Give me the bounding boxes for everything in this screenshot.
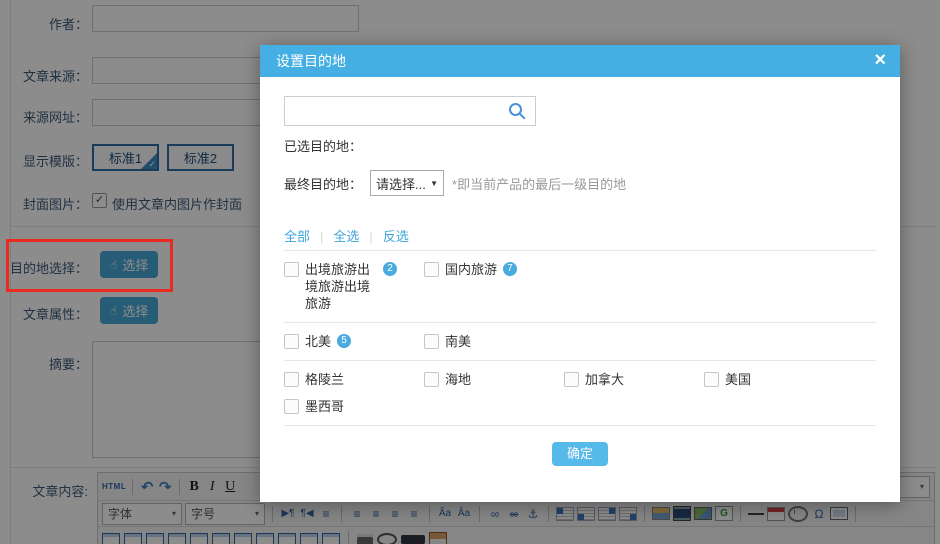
- destination-highlight-box: [6, 239, 173, 292]
- final-destination-label: 最终目的地：: [284, 174, 362, 193]
- selection-links: 全部 | 全选 | 反选: [284, 226, 876, 244]
- destination-item[interactable]: 墨西哥: [284, 398, 424, 415]
- destination-count-badge: 2: [383, 262, 397, 276]
- destination-label: 墨西哥: [305, 398, 344, 415]
- destination-checkbox[interactable]: [284, 334, 299, 349]
- destination-checkbox[interactable]: [424, 262, 439, 277]
- page: 作者： 文章来源： 来源网址： 显示模版： 标准1 ✓ 标准2 封面图片： ✓ …: [0, 0, 940, 544]
- destination-group: 北美 5 南美: [284, 322, 876, 360]
- final-destination-note: *即当前产品的最后一级目的地: [452, 174, 626, 193]
- search-icon[interactable]: [507, 101, 527, 124]
- link-separator: |: [369, 229, 372, 244]
- destination-checkbox[interactable]: [424, 372, 439, 387]
- destination-checkbox[interactable]: [284, 372, 299, 387]
- link-all[interactable]: 全部: [284, 229, 310, 244]
- destination-checkbox[interactable]: [704, 372, 719, 387]
- destination-item[interactable]: 国内旅游 7: [424, 261, 564, 312]
- destination-item[interactable]: 加拿大: [564, 371, 704, 388]
- destination-label: 美国: [725, 371, 751, 388]
- destination-search-input[interactable]: [284, 96, 536, 126]
- destination-label: 国内旅游: [445, 261, 497, 278]
- destination-item[interactable]: 出境旅游出境旅游出境旅游 2: [284, 261, 424, 312]
- destination-groups: 出境旅游出境旅游出境旅游 2 国内旅游 7 北美 5 南美格陵兰 海地 加拿大 美国墨西哥: [284, 250, 876, 426]
- close-icon[interactable]: ×: [874, 45, 886, 75]
- destination-label: 南美: [445, 333, 471, 350]
- final-destination-select[interactable]: 请选择... ▼: [370, 170, 444, 196]
- dialog-body: 已选目的地： 最终目的地： 请选择... ▼ *即当前产品的最后一级目的地 全部…: [260, 77, 900, 466]
- final-destination-value: 请选择...: [376, 174, 426, 193]
- destination-label: 格陵兰: [305, 371, 344, 388]
- link-select-all[interactable]: 全选: [333, 229, 359, 244]
- destination-item[interactable]: 海地: [424, 371, 564, 388]
- destination-group: 格陵兰 海地 加拿大 美国墨西哥: [284, 360, 876, 425]
- destination-item[interactable]: 北美 5: [284, 333, 424, 350]
- destination-group: 出境旅游出境旅游出境旅游 2 国内旅游 7: [284, 250, 876, 322]
- dialog-header: 设置目的地 ×: [260, 45, 900, 77]
- destination-item[interactable]: 美国: [704, 371, 844, 388]
- destination-label: 北美: [305, 333, 331, 350]
- destination-label: 出境旅游出境旅游出境旅游: [305, 261, 377, 312]
- set-destination-dialog: 设置目的地 × 已选目的地： 最终目的地： 请选择... ▼: [260, 45, 900, 502]
- link-separator: |: [320, 229, 323, 244]
- confirm-button[interactable]: 确定: [552, 442, 608, 466]
- chevron-down-icon: ▼: [430, 179, 438, 188]
- destination-checkbox[interactable]: [424, 334, 439, 349]
- destination-checkbox[interactable]: [284, 262, 299, 277]
- destination-checkbox[interactable]: [564, 372, 579, 387]
- destination-count-badge: 5: [337, 334, 351, 348]
- destination-checkbox[interactable]: [284, 399, 299, 414]
- destination-count-badge: 7: [503, 262, 517, 276]
- destination-item[interactable]: 南美: [424, 333, 564, 350]
- dialog-title: 设置目的地: [276, 53, 346, 69]
- destination-label: 加拿大: [585, 371, 624, 388]
- destination-label: 海地: [445, 371, 471, 388]
- destination-item[interactable]: 格陵兰: [284, 371, 424, 388]
- selected-destinations-label: 已选目的地：: [284, 136, 876, 154]
- link-invert[interactable]: 反选: [383, 229, 409, 244]
